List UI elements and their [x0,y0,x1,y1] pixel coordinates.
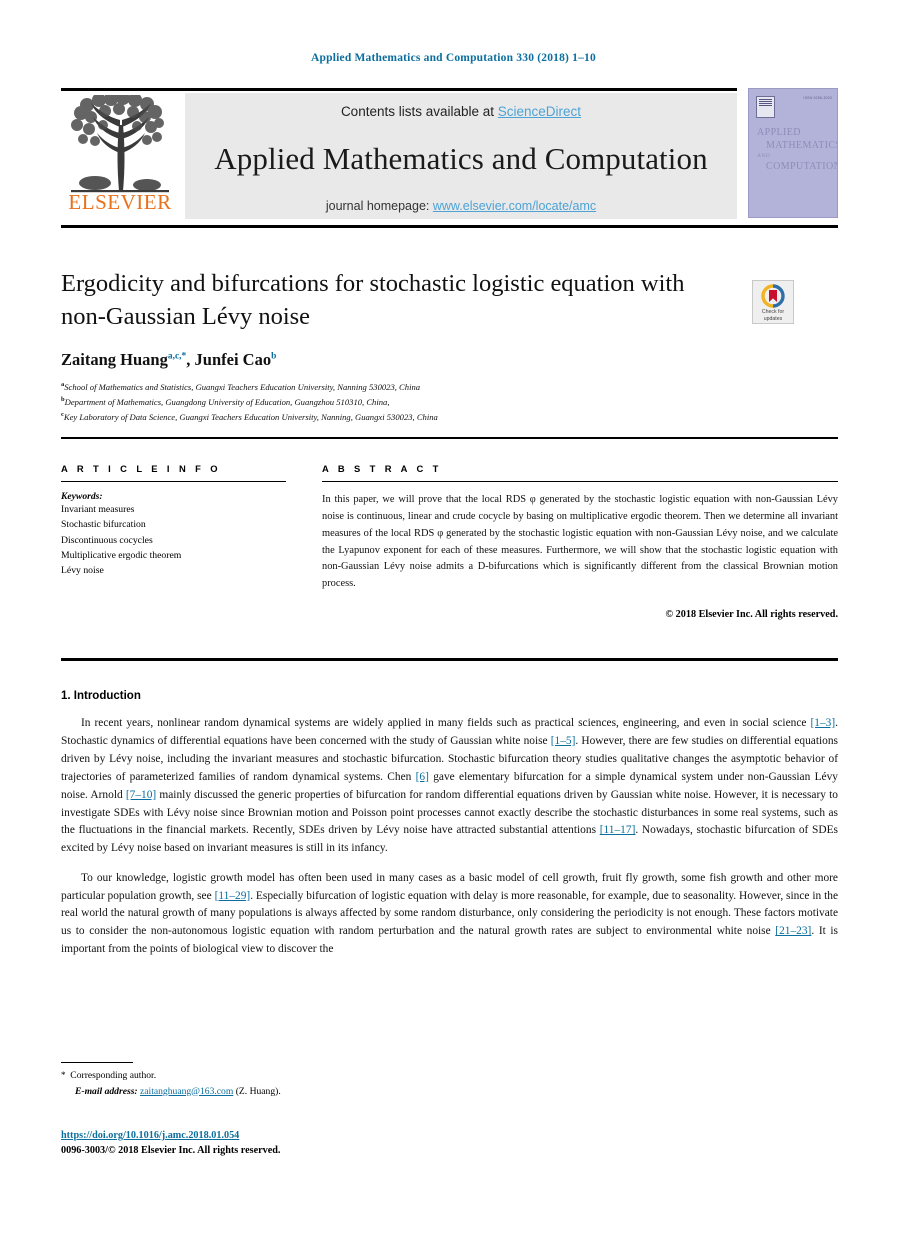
running-head: Applied Mathematics and Computation 330 … [311,52,596,64]
contents-available-line: Contents lists available at ScienceDirec… [185,104,737,119]
keywords-list: Invariant measures Stochastic bifurcatio… [61,502,286,579]
keyword-item: Invariant measures [61,504,135,515]
article-info-heading: A R T I C L E I N F O [61,463,221,474]
affiliation-list: aSchool of Mathematics and Statistics, G… [61,380,731,424]
email-note: E-mail address: zaitanghuang@163.com (Z.… [75,1085,281,1097]
doi-link[interactable]: https://doi.org/10.1016/j.amc.2018.01.05… [61,1130,239,1141]
journal-title: Applied Mathematics and Computation [214,141,708,176]
contents-prefix: Contents lists available at [340,104,498,119]
affiliation-item: cKey Laboratory of Data Science, Guangxi… [61,410,438,422]
issn-copyright-line: 0096-3003/© 2018 Elsevier Inc. All right… [61,1145,281,1157]
journal-article-page: Applied Mathematics and Computation 330 … [0,0,907,1238]
cover-title-line-2: MATHEMATICS [766,140,838,152]
keywords-label: Keywords: [61,491,103,502]
keyword-item: Discontinuous cocycles [61,534,153,546]
cover-publisher-logo-icon [756,96,775,118]
article-info-rule [61,481,286,482]
journal-homepage-line: journal homepage: www.elsevier.com/locat… [185,199,737,213]
affiliation-item: aSchool of Mathematics and Statistics, G… [61,381,421,393]
citation-link[interactable]: [6] [416,771,429,783]
cover-title-line-3: AND [757,152,771,159]
publication-footer: https://doi.org/10.1016/j.amc.2018.01.05… [61,1128,541,1159]
email-link[interactable]: zaitanghuang@163.com [140,1086,233,1097]
crossmark-badge-icon [760,284,786,308]
cover-issn: ISSN 0096-3003 [803,96,832,100]
citation-link[interactable]: [7–10] [126,789,156,801]
keyword-item: Stochastic bifurcation [61,519,146,531]
abstract-text: In this paper, we will prove that the lo… [322,494,838,590]
article-info-column: A R T I C L E I N F O Keywords: Invarian… [61,463,286,579]
article-body: 1. Introduction In recent years, nonline… [61,690,838,971]
asterisk-icon: * [61,1070,66,1080]
paragraph: To our knowledge, logistic growth model … [61,871,839,956]
abstract-heading: A B S T R A C T [322,463,442,474]
section-heading-introduction: 1. Introduction [61,690,141,702]
cover-title: APPLIED MATHEMATICS AND COMPUTATION [757,126,838,173]
paragraph: In recent years, nonlinear random dynami… [61,717,838,855]
citation-link[interactable]: [11–17] [600,824,636,836]
elsevier-tree-icon [71,95,169,193]
sciencedirect-link[interactable]: ScienceDirect [498,104,581,119]
masthead-bottom-rule [61,225,838,228]
footnote-rule [61,1062,133,1064]
elsevier-logo: ELSEVIER [61,93,179,219]
title-bottom-rule [61,437,838,439]
abstract-column: A B S T R A C T In this paper, we will p… [322,463,838,620]
title-block: Ergodicity and bifurcations for stochast… [61,268,731,425]
abstract-rule [322,481,838,482]
affiliation-item: bDepartment of Mathematics, Guangdong Un… [61,395,390,407]
cover-title-line-4: COMPUTATION [766,160,838,172]
citation-link[interactable]: [21–23] [775,925,811,937]
citation-link[interactable]: [11–29] [215,890,251,902]
author-list: Zaitang Huanga,c,*, Junfei Caob [61,350,277,370]
elsevier-wordmark: ELSEVIER [68,190,172,214]
homepage-prefix: journal homepage: [325,199,433,213]
masthead-top-rule [61,88,737,91]
citation-link[interactable]: [1–5] [551,735,576,747]
journal-masthead: ELSEVIER Contents lists available at Sci… [61,93,737,219]
keyword-item: Lévy noise [61,565,104,577]
corresponding-author-note: * Corresponding author. [61,1070,157,1081]
citation-link[interactable]: [1–3] [810,717,835,729]
abstract-copyright: © 2018 Elsevier Inc. All rights reserved… [665,609,838,621]
journal-cover-thumbnail: ISSN 0096-3003 APPLIED MATHEMATICS AND C… [748,88,838,218]
footnote-block: * Corresponding author. E-mail address: … [61,1068,541,1099]
abstract-bottom-rule [61,658,838,661]
cover-title-line-1: APPLIED [757,127,801,138]
check-for-updates-badge[interactable]: Check for updates [752,280,794,324]
crossmark-label: Check for updates [761,309,785,323]
journal-homepage-link[interactable]: www.elsevier.com/locate/amc [433,199,596,213]
journal-band: Contents lists available at ScienceDirec… [185,93,737,219]
page-title: Ergodicity and bifurcations for stochast… [61,270,685,330]
keyword-item: Multiplicative ergodic theorem [61,549,182,561]
